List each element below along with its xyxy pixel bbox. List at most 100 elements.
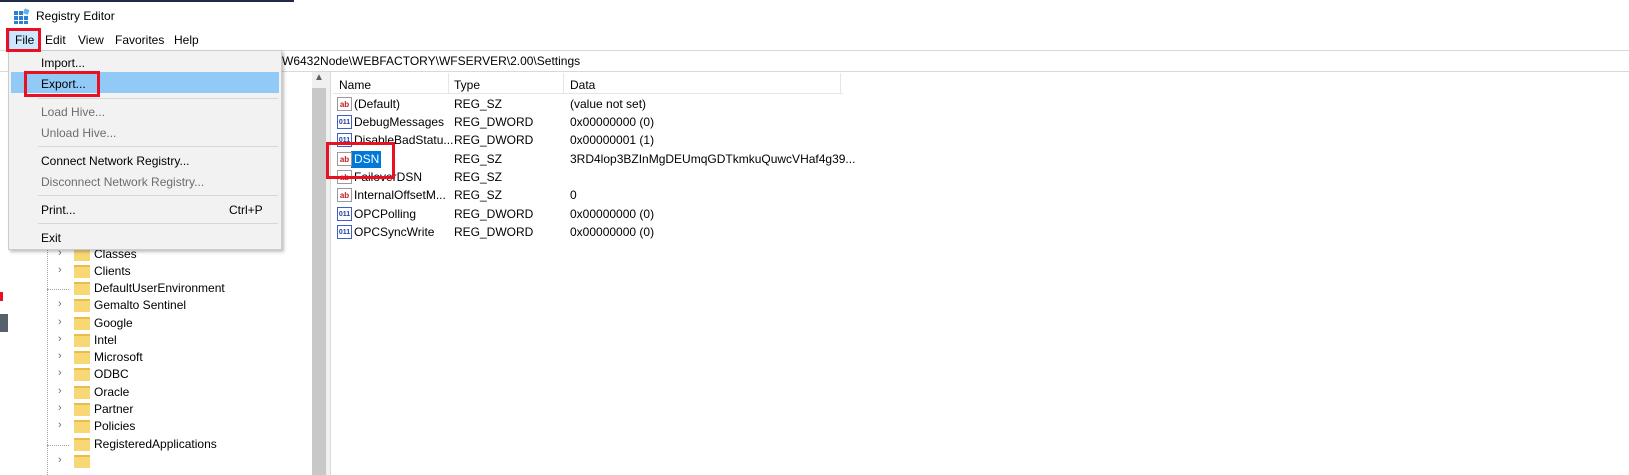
value-name: InternalOffsetM... (354, 188, 446, 202)
folder-icon (74, 334, 90, 347)
folder-icon (74, 282, 90, 295)
chevron-right-icon[interactable]: › (58, 402, 70, 414)
menu-item-load-hive[interactable]: Load Hive... (41, 105, 105, 119)
folder-icon (74, 317, 90, 330)
folder-icon (74, 368, 90, 381)
column-divider[interactable] (448, 73, 449, 93)
window-title: Registry Editor (36, 9, 115, 23)
value-name: (Default) (354, 97, 401, 111)
value-data: 0x00000000 (0) (570, 207, 655, 221)
folder-icon (74, 265, 90, 278)
column-header-type[interactable]: Type (454, 78, 480, 92)
chevron-right-icon[interactable]: › (58, 350, 70, 362)
background-window-mark (0, 314, 8, 332)
annotation-box-dsn (326, 142, 395, 179)
folder-icon (74, 455, 90, 468)
scroll-up-arrow-icon[interactable]: ▲ (312, 72, 326, 88)
value-data: (value not set) (570, 97, 647, 111)
value-row[interactable]: 011 DebugMessages REG_DWORD 0x00000000 (… (337, 114, 857, 132)
value-type: REG_SZ (454, 152, 503, 166)
value-row[interactable]: 011 DisableBadStatu... REG_DWORD 0x00000… (337, 132, 857, 150)
folder-icon (74, 386, 90, 399)
menu-bar (0, 30, 1629, 50)
value-name: OPCPolling (354, 207, 417, 221)
folder-icon (74, 351, 90, 364)
value-type: REG_DWORD (454, 115, 534, 129)
value-data: 0x00000001 (1) (570, 133, 655, 147)
tree-item-label: Google (94, 316, 133, 330)
tree-scrollbar[interactable] (312, 72, 326, 475)
registry-editor-app-icon (14, 8, 30, 24)
chevron-right-icon[interactable]: › (58, 298, 70, 310)
column-divider[interactable] (840, 73, 841, 93)
value-row-selected[interactable]: ab DSN REG_SZ 3RD4lop3BZInMgDEUmqGDTkmku… (337, 151, 857, 169)
menu-item-print[interactable]: Print... (41, 203, 76, 217)
tree-item-label: Microsoft (94, 350, 143, 364)
value-data: 0 (570, 188, 577, 202)
annotation-box-export (24, 71, 100, 97)
value-row[interactable]: 011 OPCPolling REG_DWORD 0x00000000 (0) (337, 206, 857, 224)
value-row[interactable]: ab (Default) REG_SZ (value not set) (337, 96, 857, 114)
chevron-right-icon[interactable]: › (58, 333, 70, 345)
annotation-box-file (6, 28, 41, 52)
value-type: REG_DWORD (454, 207, 534, 221)
value-type: REG_SZ (454, 97, 503, 111)
tree-item-label: RegisteredApplications (94, 437, 217, 451)
chevron-right-icon[interactable]: › (58, 419, 70, 431)
tree-item-label: Policies (94, 419, 136, 433)
folder-icon (74, 403, 90, 416)
string-value-icon: ab (337, 97, 352, 111)
menu-item-import[interactable]: Import... (41, 56, 85, 70)
tree-connector (47, 445, 69, 446)
title-bar (0, 0, 1629, 30)
tree-item-label: Partner (94, 402, 134, 416)
menu-item-exit[interactable]: Exit (41, 231, 61, 245)
value-row[interactable]: ab FailoverDSN REG_SZ (337, 169, 857, 187)
menu-separator (38, 98, 278, 99)
menu-favorites[interactable]: Favorites (115, 33, 164, 47)
dword-value-icon: 011 (337, 207, 352, 221)
background-window-mark (0, 292, 3, 301)
tree-guide-line (47, 250, 48, 475)
chevron-right-icon[interactable]: › (58, 454, 70, 466)
menu-view[interactable]: View (78, 33, 104, 47)
tree-item-label: Oracle (94, 385, 130, 399)
column-header-name[interactable]: Name (339, 78, 371, 92)
tree-connector (47, 289, 69, 290)
value-type: REG_DWORD (454, 133, 534, 147)
menu-item-disconnect-network-registry[interactable]: Disconnect Network Registry... (41, 175, 204, 189)
chevron-right-icon[interactable]: › (58, 385, 70, 397)
value-type: REG_SZ (454, 170, 503, 184)
menu-item-unload-hive[interactable]: Unload Hive... (41, 126, 116, 140)
value-row[interactable]: 011 OPCSyncWrite REG_DWORD 0x00000000 (0… (337, 224, 857, 242)
folder-icon (74, 420, 90, 433)
menu-separator (38, 223, 278, 224)
folder-icon (74, 438, 90, 451)
string-value-icon: ab (337, 188, 352, 202)
value-row[interactable]: ab InternalOffsetM... REG_SZ 0 (337, 187, 857, 205)
tree-item-label: Intel (94, 333, 117, 347)
print-shortcut: Ctrl+P (229, 203, 263, 217)
taskbar-edge (0, 0, 294, 2)
column-divider[interactable] (563, 73, 564, 93)
pane-splitter[interactable] (326, 72, 331, 475)
value-type: REG_SZ (454, 188, 503, 202)
tree-item-label: DefaultUserEnvironment (94, 281, 225, 295)
value-data: 3RD4lop3BZInMgDEUmqGDTkmkuQuwcVHaf4g39..… (570, 152, 856, 166)
value-name: OPCSyncWrite (354, 225, 435, 239)
dword-value-icon: 011 (337, 115, 352, 129)
value-name: DebugMessages (354, 115, 445, 129)
address-path[interactable]: W6432Node\WEBFACTORY\WFSERVER\2.00\Setti… (282, 54, 580, 68)
value-data: 0x00000000 (0) (570, 225, 655, 239)
chevron-right-icon[interactable]: › (58, 316, 70, 328)
column-header-data[interactable]: Data (570, 78, 595, 92)
tree-item-label: Clients (94, 264, 131, 278)
menu-help[interactable]: Help (174, 33, 199, 47)
menu-edit[interactable]: Edit (45, 33, 66, 47)
chevron-right-icon[interactable]: › (58, 264, 70, 276)
tree-item-label: Gemalto Sentinel (94, 298, 187, 312)
chevron-right-icon[interactable]: › (58, 367, 70, 379)
menu-separator (38, 146, 278, 147)
menu-item-connect-network-registry[interactable]: Connect Network Registry... (41, 154, 190, 168)
value-type: REG_DWORD (454, 225, 534, 239)
